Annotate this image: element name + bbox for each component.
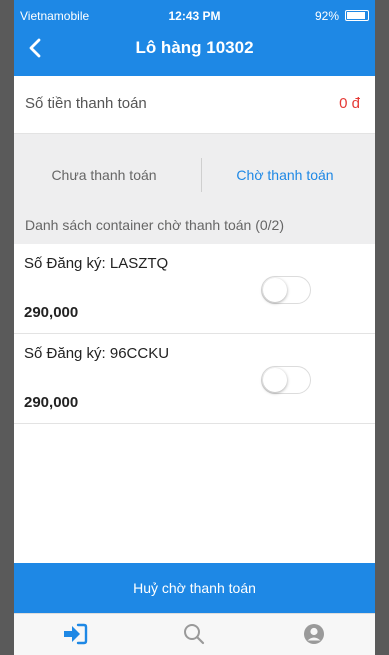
- tab-unpaid[interactable]: Chưa thanh toán: [14, 144, 194, 206]
- container-price: 290,000: [24, 394, 79, 411]
- sign-in-icon: [64, 623, 88, 645]
- search-icon: [184, 624, 205, 645]
- payment-amount-value: 0 đ: [339, 95, 360, 112]
- container-item: Số Đăng ký: LASZTQ 290,000: [14, 244, 375, 334]
- tab-awaiting-payment[interactable]: Chờ thanh toán: [195, 144, 375, 206]
- container-price: 290,000: [24, 304, 79, 321]
- toggle-knob: [263, 278, 287, 302]
- tabbar-item-account[interactable]: [254, 614, 374, 655]
- section-spacer: [14, 134, 375, 144]
- container-item: Số Đăng ký: 96CCKU 290,000: [14, 334, 375, 424]
- app-screen: Vietnamobile 12:43 PM 92% Lô hàng 10302 …: [14, 0, 375, 655]
- bottom-tab-bar: [14, 613, 375, 655]
- tabbar-item-register[interactable]: [14, 614, 134, 655]
- toggle-knob: [263, 368, 287, 392]
- payment-status-tabs: Chưa thanh toán Chờ thanh toán: [14, 144, 375, 206]
- tabbar-item-search[interactable]: [134, 614, 254, 655]
- user-icon: [304, 624, 324, 644]
- payment-amount-row: Số tiền thanh toán 0 đ: [14, 76, 375, 134]
- container-select-toggle[interactable]: [261, 276, 311, 304]
- container-registration: Số Đăng ký: 96CCKU: [24, 345, 170, 362]
- container-list-header: Danh sách container chờ thanh toán (0/2): [14, 206, 375, 244]
- container-select-toggle[interactable]: [261, 366, 311, 394]
- battery-percent: 92%: [314, 9, 339, 23]
- header: Vietnamobile 12:43 PM 92% Lô hàng 10302: [14, 0, 375, 76]
- page-title: Lô hàng 10302: [135, 38, 254, 57]
- cancel-pending-payment-button[interactable]: Huỷ chờ thanh toán: [14, 563, 375, 613]
- container-registration: Số Đăng ký: LASZTQ: [24, 255, 169, 272]
- battery-icon: [345, 10, 369, 21]
- status-bar: Vietnamobile 12:43 PM 92%: [14, 0, 375, 30]
- payment-amount-label: Số tiền thanh toán: [25, 95, 147, 112]
